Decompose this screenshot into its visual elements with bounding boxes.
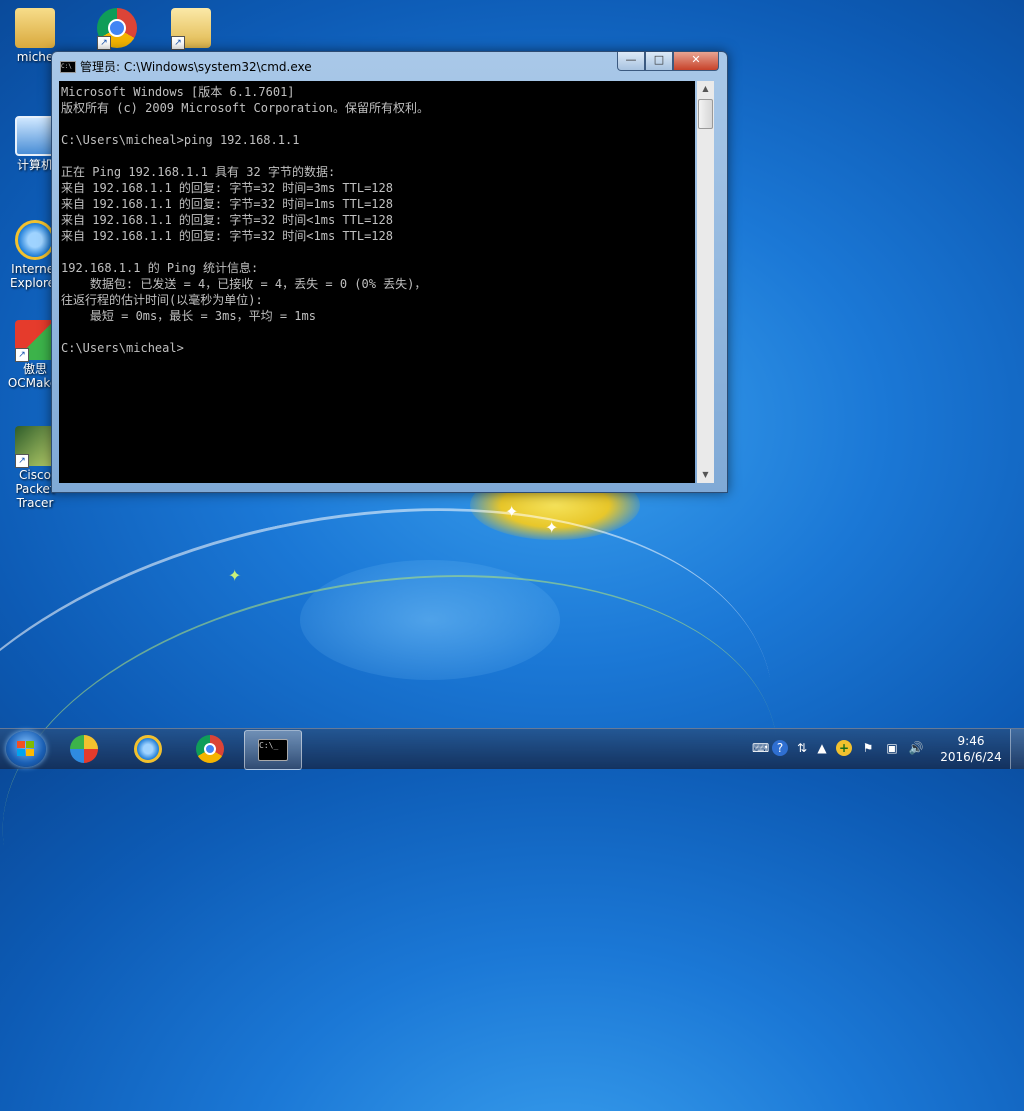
start-button[interactable] <box>6 731 46 767</box>
console-output[interactable]: Microsoft Windows [版本 6.1.7601] 版权所有 (c) … <box>59 81 695 483</box>
show-desktop-button[interactable] <box>1010 729 1024 769</box>
scroll-thumb[interactable] <box>698 99 713 129</box>
window-title: 管理员: C:\Windows\system32\cmd.exe <box>80 60 312 74</box>
window-titlebar[interactable]: C:\ 管理员: C:\Windows\system32\cmd.exe — □… <box>52 52 727 80</box>
packet-tracer-icon: ↗ <box>15 426 55 468</box>
shortcut-arrow-icon: ↗ <box>15 348 29 362</box>
ocmaker-icon: ↗ <box>15 320 55 362</box>
clock-date: 2016/6/24 <box>940 750 1002 764</box>
cmd-window[interactable]: C:\ 管理员: C:\Windows\system32\cmd.exe — □… <box>51 51 728 493</box>
console-line: C:\Users\micheal>ping 192.168.1.1 <box>61 133 300 147</box>
desktop-icon-chrome[interactable]: ↗ <box>82 8 152 50</box>
ie-icon <box>134 735 162 763</box>
window-controls: — □ ✕ <box>617 52 719 71</box>
shortcut-arrow-icon: ↗ <box>97 36 111 50</box>
console-line: 版权所有 (c) 2009 Microsoft Corporation。保留所有… <box>61 101 429 115</box>
clock-time: 9:46 <box>957 734 985 748</box>
user-folder-icon <box>15 8 55 48</box>
console-text: Microsoft Windows [版本 6.1.7601] 版权所有 (c) … <box>59 81 695 359</box>
shortcut-arrow-icon: ↗ <box>15 454 29 468</box>
scroll-up-arrow-icon[interactable]: ▲ <box>697 81 714 97</box>
console-line: 数据包: 已发送 = 4，已接收 = 4，丢失 = 0 (0% 丢失)， <box>61 277 427 291</box>
taskbar-chrome[interactable] <box>182 730 238 768</box>
computer-icon <box>15 116 55 156</box>
sparkle: ✦ <box>545 518 559 537</box>
scroll-down-arrow-icon[interactable]: ▼ <box>697 467 714 483</box>
shortcut-arrow-icon: ↗ <box>171 36 185 50</box>
desktop-icon-folder[interactable]: ↗ <box>156 8 226 50</box>
console-line: 正在 Ping 192.168.1.1 具有 32 字节的数据: <box>61 165 336 179</box>
console-line: 来自 192.168.1.1 的回复: 字节=32 时间<1ms TTL=128 <box>61 213 393 227</box>
console-line: 来自 192.168.1.1 的回复: 字节=32 时间=1ms TTL=128 <box>61 197 393 211</box>
sparkle: ✦ <box>228 566 242 585</box>
show-hidden-icons-icon[interactable]: ▲ <box>814 740 830 756</box>
network-icon[interactable]: ▣ <box>884 740 900 756</box>
keyboard-icon[interactable]: ⌨ <box>752 740 769 756</box>
chrome-icon: ↗ <box>97 8 137 50</box>
console-line: 来自 192.168.1.1 的回复: 字节=32 时间=3ms TTL=128 <box>61 181 393 195</box>
console-line: 最短 = 0ms，最长 = 3ms，平均 = 1ms <box>61 309 316 323</box>
taskbar-internet-explorer[interactable] <box>120 730 176 768</box>
action-center-flag-icon[interactable]: ⚑ <box>860 740 876 756</box>
cmd-icon: C:\_ <box>258 739 288 761</box>
console-line: C:\Users\micheal> <box>61 341 184 355</box>
ie-icon <box>15 220 55 260</box>
folder-shortcut-icon: ↗ <box>171 8 211 50</box>
input-options-icon[interactable]: ⇅ <box>794 740 810 756</box>
chrome-icon <box>196 735 224 763</box>
minimize-button[interactable]: — <box>617 52 645 71</box>
windows-logo-icon <box>17 741 35 757</box>
sparkle: ✦ <box>505 502 519 521</box>
taskbar-cmd[interactable]: C:\_ <box>244 730 302 770</box>
help-icon[interactable]: ? <box>772 740 788 756</box>
taskbar: C:\_ ⌨ ? ⇅ ▲ + ⚑ ▣ 🔊 9:46 2016/6/24 <box>0 728 1024 770</box>
console-line: 往返行程的估计时间(以毫秒为单位): <box>61 293 263 307</box>
volume-icon[interactable]: 🔊 <box>908 740 924 756</box>
console-line: Microsoft Windows [版本 6.1.7601] <box>61 85 295 99</box>
tray-app-icon[interactable]: + <box>836 740 852 756</box>
console-line: 来自 192.168.1.1 的回复: 字节=32 时间<1ms TTL=128 <box>61 229 393 243</box>
clock[interactable]: 9:46 2016/6/24 <box>938 733 1004 765</box>
pinned-app-icon <box>70 735 98 763</box>
maximize-button[interactable]: □ <box>645 52 673 71</box>
cmd-icon: C:\ <box>60 61 76 73</box>
taskbar-pinned-app[interactable] <box>56 730 112 768</box>
vertical-scrollbar[interactable]: ▲ ▼ <box>697 81 714 483</box>
close-button[interactable]: ✕ <box>673 52 719 71</box>
console-line: 192.168.1.1 的 Ping 统计信息: <box>61 261 259 275</box>
